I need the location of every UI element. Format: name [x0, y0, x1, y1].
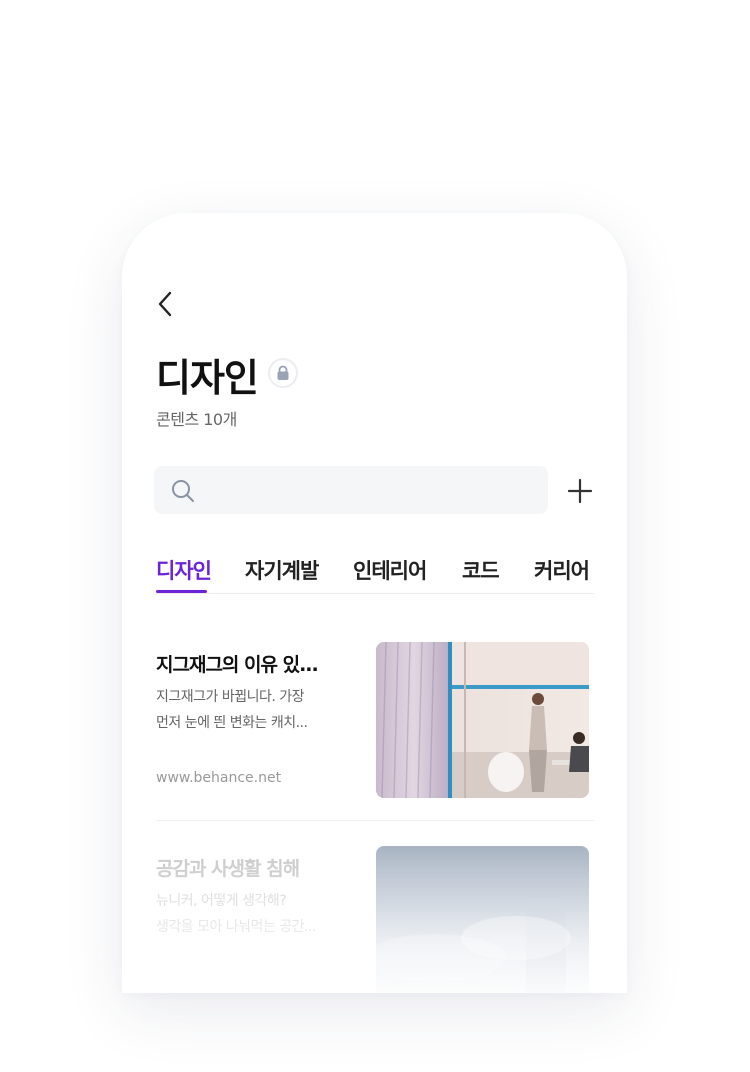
content-card[interactable]: 공감과 사생활 침해 뉴니커, 어떻게 생각해? 생각을 모아 나눠먹는 공간.…: [156, 846, 594, 993]
card-description-line: 뉴니커, 어떻게 생각해?: [156, 893, 287, 909]
lock-icon: [277, 365, 289, 380]
search-icon: [172, 480, 194, 502]
card-description: 뉴니커, 어떻게 생각해? 생각을 모아 나눠먹는 공간...: [156, 888, 346, 940]
content-card[interactable]: 지그재그의 이유 있... 지그재그가 바뀝니다. 가장 먼저 눈에 띈 변화는…: [156, 642, 594, 798]
tab-self-development[interactable]: 자기계발: [245, 555, 319, 585]
add-button[interactable]: [566, 477, 594, 505]
chevron-left-icon: [158, 291, 172, 317]
card-title: 공감과 사생활 침해: [156, 858, 300, 880]
search-input[interactable]: [208, 466, 532, 516]
content-count: 콘텐츠 10개: [156, 410, 237, 429]
card-thumbnail[interactable]: [376, 846, 589, 993]
card-thumbnail[interactable]: [376, 642, 589, 798]
tab-interior[interactable]: 인테리어: [353, 555, 427, 585]
card-title: 지그재그의 이유 있...: [156, 654, 319, 676]
office-photo-image: [376, 642, 589, 798]
phone-frame: 디자인 콘텐츠 10개 디자인 자기계발 인테리어 코드 커리어 지그재그의 이…: [122, 213, 627, 993]
card-description: 지그재그가 바뀝니다. 가장 먼저 눈에 띈 변화는 캐치...: [156, 684, 346, 736]
tab-design[interactable]: 디자인: [156, 555, 212, 585]
page-title: 디자인: [156, 356, 259, 400]
card-description-line: 지그재그가 바뀝니다. 가장: [156, 689, 305, 705]
card-description-line: 생각을 모아 나눠먹는 공간...: [156, 919, 316, 935]
active-tab-indicator: [156, 590, 207, 593]
category-tabs: 디자인 자기계발 인테리어 코드 커리어: [156, 555, 594, 594]
card-source: www.behance.net: [156, 770, 282, 786]
card-description-line: 먼저 눈에 띈 변화는 캐치...: [156, 715, 308, 731]
card-divider: [156, 820, 594, 821]
plus-icon: [567, 478, 593, 504]
lock-badge: [268, 358, 298, 388]
city-sky-image: [376, 846, 589, 993]
collection-screen: 디자인 콘텐츠 10개 디자인 자기계발 인테리어 코드 커리어 지그재그의 이…: [122, 213, 627, 993]
tab-career[interactable]: 커리어: [534, 555, 590, 585]
search-bar[interactable]: [154, 466, 548, 516]
tab-code[interactable]: 코드: [462, 555, 500, 585]
back-button[interactable]: [152, 289, 180, 321]
